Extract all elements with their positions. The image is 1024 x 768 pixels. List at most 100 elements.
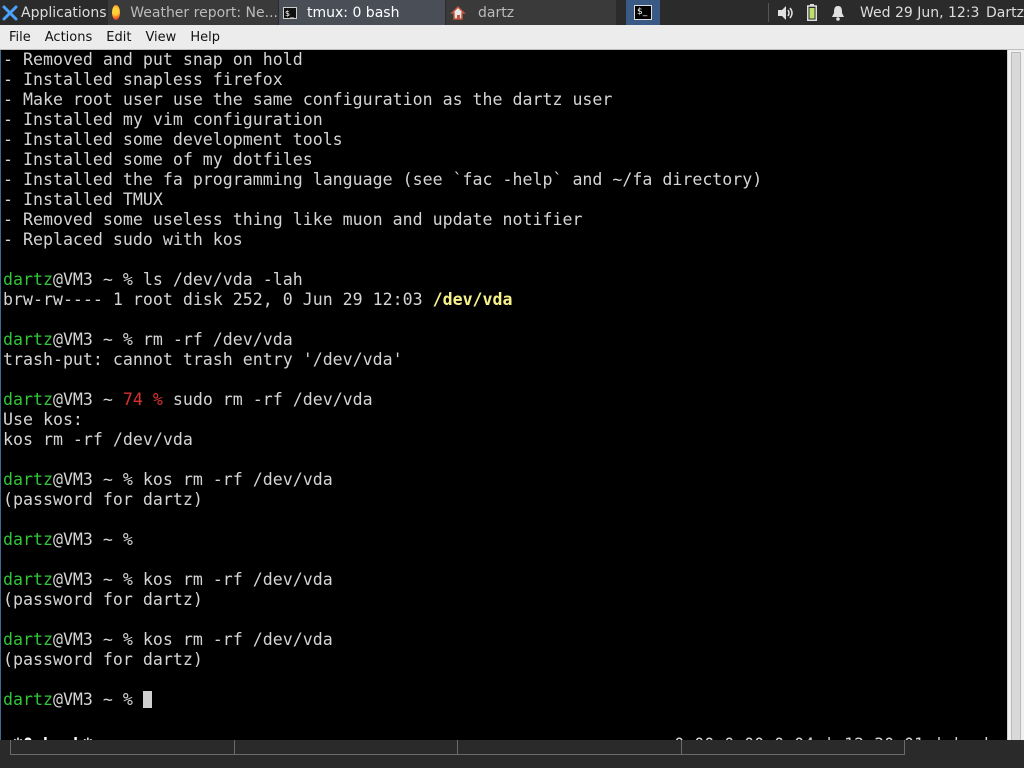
terminal-text: Use kos: bbox=[3, 410, 83, 429]
terminal-text: - Installed some of my dotfiles bbox=[3, 150, 313, 169]
user-name-label: Dartz bbox=[986, 4, 1024, 21]
terminal-icon: $_ bbox=[283, 6, 297, 19]
prompt-username: dartz bbox=[3, 530, 53, 549]
terminal-line: kos rm -rf /dev/vda bbox=[3, 430, 762, 450]
terminal-line: - Removed some useless thing like muon a… bbox=[3, 210, 762, 230]
terminal-text: sudo rm -rf /dev/vda bbox=[162, 390, 373, 409]
taskbar-button-dartz[interactable]: dartz bbox=[446, 0, 616, 25]
menu-view[interactable]: View bbox=[138, 25, 183, 50]
bottom-tab-strip bbox=[0, 740, 1024, 768]
prompt-username: dartz bbox=[3, 570, 53, 589]
terminal-line: dartz@VM3 ~ 74 % sudo rm -rf /dev/vda bbox=[3, 390, 762, 410]
menu-bar: File Actions Edit View Help bbox=[0, 25, 1024, 50]
terminal-text: @VM3 ~ % rm -rf /dev/vda bbox=[52, 330, 293, 349]
terminal-line: trash-put: cannot trash entry '/dev/vda' bbox=[3, 350, 762, 370]
terminal-scrollbar[interactable] bbox=[1007, 50, 1024, 765]
user-menu-button[interactable]: Dartz bbox=[986, 0, 1024, 25]
terminal-line: (password for dartz) bbox=[3, 590, 762, 610]
terminal-tab-slot[interactable] bbox=[458, 740, 682, 754]
terminal-text: brw-rw---- 1 root disk 252, 0 Jun 29 12:… bbox=[3, 290, 433, 309]
terminal-line: brw-rw---- 1 root disk 252, 0 Jun 29 12:… bbox=[3, 290, 762, 310]
terminal-text: - Make root user use the same configurat… bbox=[3, 90, 613, 109]
terminal-line: (password for dartz) bbox=[3, 490, 762, 510]
terminal-line: (password for dartz) bbox=[3, 650, 762, 670]
terminal-text: @VM3 ~ bbox=[52, 390, 123, 409]
battery-icon bbox=[807, 4, 817, 21]
terminal-tab-slot[interactable] bbox=[10, 740, 235, 754]
terminal-text: @VM3 ~ % bbox=[52, 530, 133, 549]
terminal-text: @VM3 ~ % kos rm -rf /dev/vda bbox=[52, 570, 333, 589]
terminal-line: dartz@VM3 ~ % kos rm -rf /dev/vda bbox=[3, 630, 762, 650]
terminal-line: - Installed the fa programming language … bbox=[3, 170, 762, 190]
terminal-line: - Replaced sudo with kos bbox=[3, 230, 762, 250]
terminal-lines: - Removed and put snap on hold - Installe… bbox=[3, 50, 762, 710]
terminal-text: @VM3 ~ % kos rm -rf /dev/vda bbox=[52, 470, 333, 489]
clock[interactable]: Wed 29 Jun, 12:30 bbox=[860, 0, 980, 25]
notifications-button[interactable] bbox=[829, 0, 847, 25]
terminal-line: - Removed and put snap on hold bbox=[3, 50, 762, 70]
terminal-tab-slot[interactable] bbox=[235, 740, 458, 754]
terminal-text: - Removed and put snap on hold bbox=[3, 50, 303, 69]
applications-label: Applications bbox=[21, 4, 107, 21]
terminal-line: - Installed snapless firefox bbox=[3, 70, 762, 90]
prompt-exit-code: 74 % bbox=[122, 390, 163, 409]
terminal-line: dartz@VM3 ~ % ls /dev/vda -lah bbox=[3, 270, 762, 290]
terminal-cursor bbox=[142, 691, 152, 708]
terminal-icon: $_ bbox=[634, 5, 652, 20]
prompt-username: dartz bbox=[3, 390, 53, 409]
terminal-line: dartz@VM3 ~ % kos rm -rf /dev/vda bbox=[3, 470, 762, 490]
applications-menu-button[interactable]: Applications bbox=[0, 0, 107, 25]
prompt-username: dartz bbox=[3, 330, 53, 349]
terminal-output-area[interactable]: - Removed and put snap on hold - Installe… bbox=[0, 50, 1007, 765]
terminal-text: (password for dartz) bbox=[3, 590, 203, 609]
terminal-text: @VM3 ~ % kos rm -rf /dev/vda bbox=[52, 630, 333, 649]
clock-label: Wed 29 Jun, 12:30 bbox=[860, 4, 980, 21]
xfce-logo-icon bbox=[2, 5, 18, 20]
scrollbar-thumb[interactable] bbox=[1011, 52, 1021, 763]
terminal-line: - Installed TMUX bbox=[3, 190, 762, 210]
terminal-line: - Installed some development tools bbox=[3, 130, 762, 150]
menu-actions[interactable]: Actions bbox=[38, 25, 100, 50]
taskbar-label: tmux: 0 bash bbox=[307, 4, 400, 21]
prompt-username: dartz bbox=[3, 470, 53, 489]
notifications-bell-icon bbox=[832, 5, 844, 21]
device-path: /dev/vda bbox=[432, 290, 513, 309]
terminal-line: dartz@VM3 ~ % bbox=[3, 530, 762, 550]
terminal-text: - Replaced sudo with kos bbox=[3, 230, 243, 249]
terminal-text: - Installed TMUX bbox=[3, 190, 163, 209]
taskbar-label: Weather report: Ne... bbox=[130, 4, 278, 21]
menu-help[interactable]: Help bbox=[183, 25, 227, 50]
terminal-text: - Installed my vim configuration bbox=[3, 110, 323, 129]
top-panel: Applications Weather report: Ne... $_ tm… bbox=[0, 0, 1024, 25]
terminal-text: @VM3 ~ % bbox=[52, 690, 143, 709]
menu-edit[interactable]: Edit bbox=[99, 25, 138, 50]
terminal-text: (password for dartz) bbox=[3, 490, 203, 509]
terminal-text: trash-put: cannot trash entry '/dev/vda' bbox=[3, 350, 403, 369]
terminal-text: kos rm -rf /dev/vda bbox=[3, 430, 193, 449]
prompt-username: dartz bbox=[3, 630, 53, 649]
terminal-tab-row bbox=[10, 740, 905, 755]
terminal-line: Use kos: bbox=[3, 410, 762, 430]
prompt-username: dartz bbox=[3, 270, 53, 289]
terminal-text: - Installed the fa programming language … bbox=[3, 170, 763, 189]
taskbar-button-tmux[interactable]: $_ tmux: 0 bash bbox=[279, 0, 445, 25]
terminal-line: dartz@VM3 ~ % bbox=[3, 690, 762, 710]
terminal-text: - Removed some useless thing like muon a… bbox=[3, 210, 583, 229]
volume-button[interactable] bbox=[776, 0, 796, 25]
firefox-icon bbox=[112, 5, 121, 20]
terminal-launcher-button[interactable]: $_ bbox=[626, 0, 660, 25]
terminal-line: dartz@VM3 ~ % rm -rf /dev/vda bbox=[3, 330, 762, 350]
battery-button[interactable] bbox=[804, 0, 820, 25]
taskbar-button-firefox[interactable]: Weather report: Ne... bbox=[108, 0, 278, 25]
terminal-tab-slot[interactable] bbox=[682, 740, 905, 754]
menu-file[interactable]: File bbox=[0, 25, 38, 50]
prompt-username: dartz bbox=[3, 690, 53, 709]
terminal-text: @VM3 ~ % ls /dev/vda -lah bbox=[52, 270, 303, 289]
